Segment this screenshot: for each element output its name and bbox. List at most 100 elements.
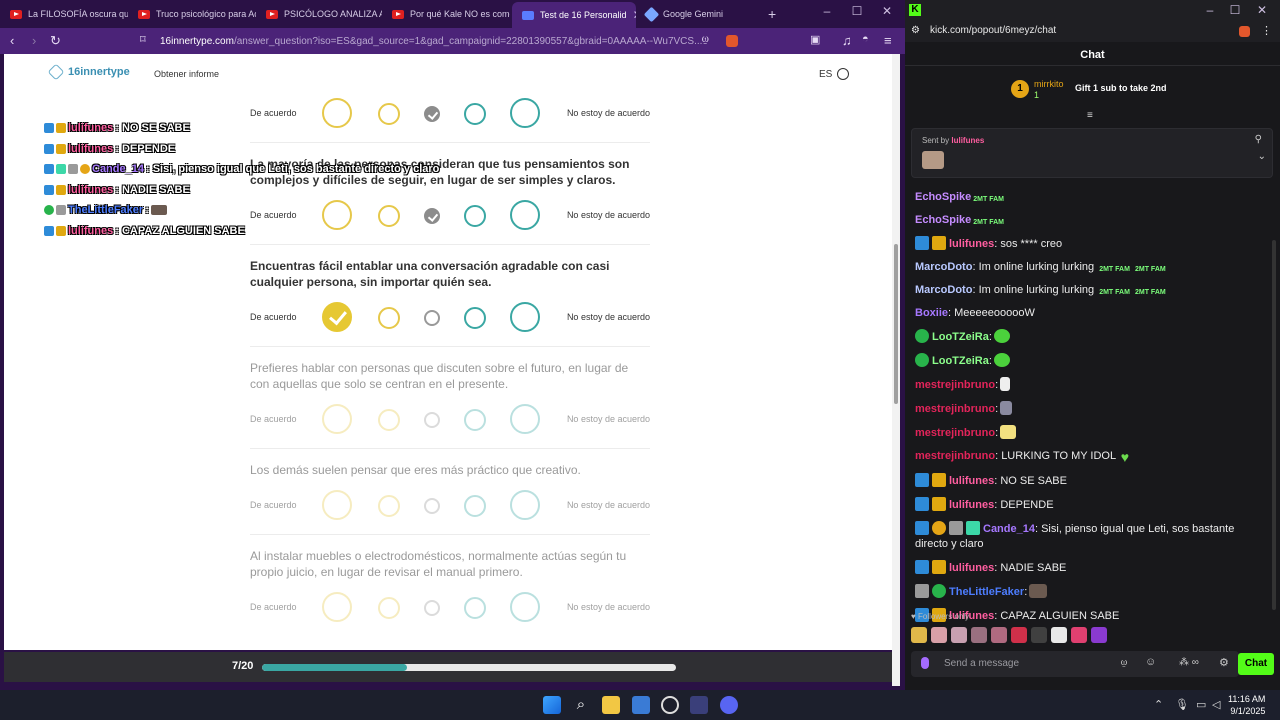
close-window-icon[interactable]: ✕: [872, 4, 902, 18]
option-disagree[interactable]: [464, 205, 486, 227]
app-icon[interactable]: [661, 696, 679, 714]
maximize-icon[interactable]: ☐: [1220, 3, 1250, 17]
emote-icon[interactable]: [1091, 627, 1107, 643]
option-strongly-disagree[interactable]: [510, 404, 540, 434]
option-neutral[interactable]: [424, 498, 440, 514]
message-input[interactable]: Send a message ⍹ ☺ ⁂ ∞ ⚙: [911, 651, 1239, 677]
emoji-icon[interactable]: ☺: [1145, 656, 1156, 668]
sidebar-icon[interactable]: ▣: [810, 33, 820, 46]
frog-emote-icon: [993, 329, 1010, 343]
brave-shield-icon[interactable]: [726, 35, 738, 47]
mic-icon[interactable]: [921, 657, 929, 669]
option-strongly-disagree[interactable]: [510, 302, 540, 332]
new-tab-button[interactable]: +: [758, 4, 782, 24]
page-scrollbar[interactable]: [892, 54, 900, 686]
translate-icon[interactable]: ⍹: [1121, 657, 1127, 668]
top-gifter-banner[interactable]: 1 mirrkito 1 Gift 1 sub to take 2nd: [905, 76, 1280, 104]
tab-gemini[interactable]: Google Gemini: [636, 4, 756, 24]
tab-truco[interactable]: Truco psicológico para Ac: [128, 4, 256, 24]
menu-icon[interactable]: ≡: [884, 33, 892, 48]
option-strongly-disagree[interactable]: [510, 592, 540, 622]
windows-start-icon[interactable]: [543, 696, 561, 714]
clock[interactable]: 11:16 AM 9/1/2025: [1228, 693, 1265, 717]
emote-icon[interactable]: [971, 627, 987, 643]
settings-icon[interactable]: ⚙: [1219, 656, 1229, 669]
option-strongly-agree-selected[interactable]: [322, 302, 352, 332]
search-icon[interactable]: ⌕: [572, 696, 590, 714]
tab-kale[interactable]: Por qué Kale NO es como: [382, 4, 510, 24]
bookmark-icon[interactable]: ⌑: [140, 33, 146, 46]
translate-icon[interactable]: ⍹: [702, 33, 709, 46]
store-icon[interactable]: [632, 696, 650, 714]
option-neutral[interactable]: [424, 310, 440, 326]
close-window-icon[interactable]: ✕: [1247, 3, 1277, 17]
option-disagree[interactable]: [464, 597, 486, 619]
tab-psicologo[interactable]: PSICÓLOGO ANALIZA A TI: [256, 4, 382, 24]
tab-filosofia[interactable]: La FILOSOFÍA oscura que: [0, 4, 128, 24]
address-bar[interactable]: 16innertype.com /answer_question?iso=ES&…: [160, 31, 720, 51]
brave-icon[interactable]: [690, 696, 708, 714]
chat-scrollbar[interactable]: [1272, 240, 1276, 610]
tab-strip: La FILOSOFÍA oscura que Truco psicológic…: [0, 0, 905, 28]
option-neutral[interactable]: [424, 412, 440, 428]
tray-chevron-icon[interactable]: ⌃: [1154, 698, 1163, 711]
chat-message: lulifunes: NO SE SABE: [915, 469, 1260, 493]
wallet-icon[interactable]: ◓: [862, 33, 869, 45]
chevron-down-icon[interactable]: ⌄: [1258, 151, 1266, 162]
kick-address-bar[interactable]: ⚙ kick.com/popout/6meyz/chat ⋮: [905, 22, 1280, 42]
get-report-link[interactable]: Obtener informe: [154, 69, 219, 79]
network-icon[interactable]: ▭: [1196, 698, 1206, 711]
option-strongly-agree[interactable]: [322, 490, 352, 520]
option-strongly-disagree[interactable]: [510, 98, 540, 128]
scrollbar-thumb[interactable]: [894, 244, 898, 404]
badge-icon: [56, 205, 66, 216]
option-agree[interactable]: [378, 597, 400, 619]
pinned-message[interactable]: Sent by lulifunes ⚲ ⌄: [911, 128, 1273, 178]
option-disagree[interactable]: [464, 495, 486, 517]
crown-icon: [932, 497, 946, 511]
question-text: Prefieres hablar con personas que discut…: [250, 361, 629, 391]
option-agree[interactable]: [378, 495, 400, 517]
language-selector[interactable]: ES: [819, 68, 850, 80]
option-disagree[interactable]: [464, 307, 486, 329]
expand-icon[interactable]: ≡: [1087, 110, 1093, 121]
power-ups-icon[interactable]: ⁂ ∞: [1179, 657, 1199, 668]
chat-message: LooTZeiRa:: [915, 349, 1260, 373]
minimize-icon[interactable]: –: [812, 4, 842, 18]
divider: [250, 244, 650, 245]
option-strongly-agree[interactable]: [322, 592, 352, 622]
option-agree[interactable]: [378, 409, 400, 431]
site-settings-icon[interactable]: ⚙: [911, 25, 920, 36]
option-strongly-agree[interactable]: [322, 404, 352, 434]
emote-icon[interactable]: [1071, 627, 1087, 643]
site-logo[interactable]: 16innertype: [47, 63, 130, 81]
emote-icon[interactable]: [1031, 627, 1047, 643]
emote-icon[interactable]: [911, 627, 927, 643]
option-disagree[interactable]: [464, 103, 486, 125]
media-icon[interactable]: ♫: [842, 33, 852, 48]
mic-icon[interactable]: 🎙: [1175, 698, 1189, 711]
emote-icon[interactable]: [951, 627, 967, 643]
reload-icon[interactable]: ↻: [50, 33, 61, 49]
option-strongly-disagree[interactable]: [510, 490, 540, 520]
emote-icon[interactable]: [931, 627, 947, 643]
option-agree[interactable]: [378, 307, 400, 329]
option-strongly-disagree[interactable]: [510, 200, 540, 230]
emote-icon[interactable]: [991, 627, 1007, 643]
pin-icon[interactable]: ⚲: [1255, 134, 1262, 145]
more-icon[interactable]: ⋮: [1261, 24, 1272, 37]
emote-icon[interactable]: [1011, 627, 1027, 643]
send-chat-button[interactable]: Chat: [1238, 653, 1274, 675]
maximize-icon[interactable]: ☐: [842, 4, 872, 18]
brave-shield-icon[interactable]: [1239, 26, 1250, 37]
option-disagree[interactable]: [464, 409, 486, 431]
chat-message: mestrejinbruno: LURKING TO MY IDOL ♥: [915, 449, 1130, 465]
emote-icon[interactable]: [1051, 627, 1067, 643]
volume-icon[interactable]: ◁: [1212, 698, 1220, 711]
discord-icon[interactable]: [720, 696, 738, 714]
forward-icon[interactable]: ›: [32, 33, 36, 48]
option-neutral[interactable]: [424, 600, 440, 616]
file-explorer-icon[interactable]: [602, 696, 620, 714]
back-icon[interactable]: ‹: [10, 33, 14, 48]
tab-test-16[interactable]: Test de 16 Personalid✕: [512, 2, 636, 28]
